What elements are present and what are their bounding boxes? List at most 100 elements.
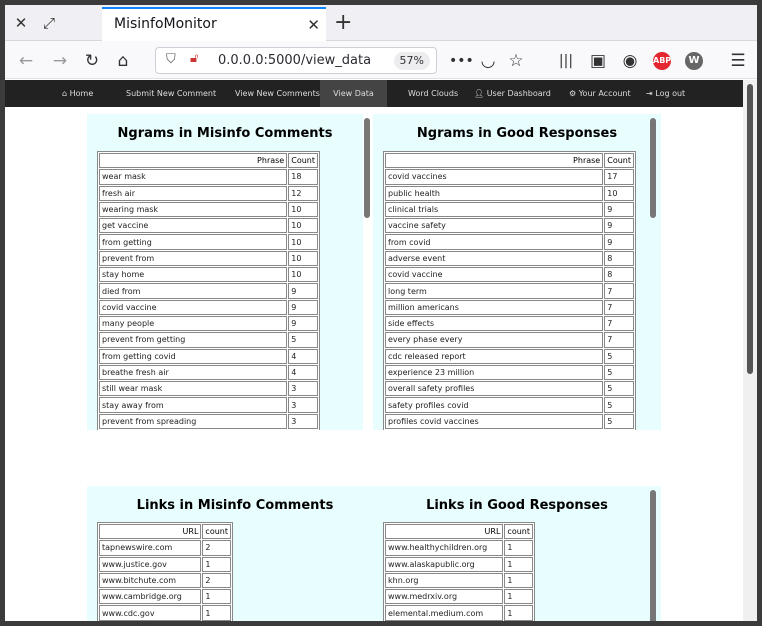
table-row: million americans 7 (385, 299, 634, 315)
sidebar-icon[interactable]: ▣ (587, 50, 609, 72)
cell-label: side effects (385, 315, 604, 332)
cell-label: covid vaccine (99, 299, 288, 315)
cell-count: 4 (288, 364, 318, 381)
cell-label: many people (99, 315, 288, 332)
nav-view-new-comments[interactable]: View New Comments (235, 80, 320, 107)
table-row: khn.org 1 (385, 572, 533, 589)
table-row: prevent from spreading 3 (99, 413, 318, 430)
cell-label: fresh air (99, 185, 288, 201)
cell-label: www.medrxiv.org (385, 589, 504, 605)
app-navbar: ⌂ Home Submit New Comment View New Comme… (5, 80, 743, 107)
adblock-icon[interactable]: ABP (653, 52, 671, 70)
cell-count: 3 (288, 381, 318, 397)
table-row: public health 10 (385, 185, 634, 201)
cell-count: 5 (604, 413, 634, 430)
shield-icon[interactable]: ⛉ (166, 52, 176, 67)
cell-label: www.alaskapublic.org (385, 556, 504, 572)
table-row: www.bitchute.com 2 (99, 572, 231, 589)
cell-label: elemental.medium.com (385, 605, 504, 621)
cell-label: khn.org (385, 572, 504, 589)
cell-count: 8 (604, 267, 634, 283)
cell-label: www.bitchute.com (99, 572, 202, 589)
ngrams-misinfo-title: Ngrams in Misinfo Comments (117, 126, 333, 141)
count-header: Count (604, 153, 634, 169)
tab-title: MisinfoMonitor (114, 16, 217, 32)
table-row: adverse event 8 (385, 250, 634, 267)
close-window-icon[interactable]: ✕ (11, 13, 31, 33)
menu-icon[interactable]: ☰ (727, 50, 749, 72)
table-row: profiles covid vaccines 5 (385, 413, 634, 430)
gear-icon: ⚙ (569, 89, 579, 98)
table-row: vaccine safety 9 (385, 218, 634, 234)
cell-label: covid vaccines (385, 169, 604, 185)
browser-tab[interactable]: MisinfoMonitor ✕ (102, 7, 326, 41)
pocket-icon[interactable]: ◡ (477, 50, 499, 72)
table-row: experience 23 million 5 (385, 364, 634, 381)
cell-label: www.justice.gov (99, 556, 202, 572)
cell-label: tapnewswire.com (99, 540, 202, 556)
table-row: www.justice.gov 1 (99, 556, 231, 572)
cell-label: prevent from spreading (99, 413, 288, 430)
insecure-lock-icon[interactable]: 🔓︎ (190, 51, 198, 66)
nav-log-out[interactable]: ⇥ Log out (646, 80, 685, 107)
restore-window-icon[interactable]: ⤢ (39, 13, 59, 33)
navigation-toolbar: ← → ↻ ⌂ ⛉ 🔓︎ 0.0.0.0:5000/view_data 57% … (5, 41, 757, 79)
nav-submit-new-comment[interactable]: Submit New Comment (126, 80, 216, 107)
table-row: clinical trials 9 (385, 201, 634, 218)
cell-label: adverse event (385, 250, 604, 267)
cell-count: 4 (288, 348, 318, 364)
cell-count: 17 (604, 169, 634, 185)
table-row: died from 9 (99, 283, 318, 299)
cell-count: 10 (288, 201, 318, 218)
table-row: www.cdc.gov 1 (99, 605, 231, 621)
bookmark-star-icon[interactable]: ☆ (505, 50, 527, 72)
forward-icon[interactable]: → (49, 50, 71, 72)
tab-strip: ✕ ⤢ MisinfoMonitor ✕ + (5, 5, 757, 41)
home-icon[interactable]: ⌂ (112, 50, 134, 72)
cell-label: prevent from getting (99, 332, 288, 348)
cell-label: from getting covid (99, 348, 288, 364)
cell-label: profiles covid vaccines (385, 413, 604, 430)
cell-count: 10 (288, 234, 318, 250)
table-row: safety profiles covid 5 (385, 397, 634, 413)
table-row: from getting 10 (99, 234, 318, 250)
nav-home[interactable]: ⌂ Home (62, 80, 93, 107)
home-icon: ⌂ (62, 89, 70, 98)
table-row: wear mask 18 (99, 169, 318, 185)
cell-count: 9 (604, 218, 634, 234)
nav-word-clouds[interactable]: Word Clouds (408, 80, 458, 107)
nav-view-data[interactable]: View Data (320, 80, 387, 107)
zoom-level[interactable]: 57% (393, 52, 430, 70)
extension-w-icon[interactable]: W (685, 52, 703, 70)
reload-icon[interactable]: ↻ (81, 50, 103, 72)
table-row: www.healthychildren.org 1 (385, 540, 533, 556)
nav-user-dashboard[interactable]: 👤︎ User Dashboard (474, 80, 551, 107)
cell-count: 10 (288, 218, 318, 234)
cell-count: 9 (604, 201, 634, 218)
cell-count: 18 (288, 169, 318, 185)
url-text[interactable]: 0.0.0.0:5000/view_data (218, 53, 371, 68)
page-actions-icon[interactable]: ••• (449, 50, 474, 72)
account-icon[interactable]: ◉ (619, 50, 641, 72)
url-bar[interactable]: ⛉ 🔓︎ 0.0.0.0:5000/view_data 57% (155, 47, 437, 74)
cell-label: vaccine safety (385, 218, 604, 234)
cell-label: get vaccine (99, 218, 288, 234)
cell-label: million americans (385, 299, 604, 315)
cell-count: 1 (504, 572, 533, 589)
back-icon[interactable]: ← (15, 50, 37, 72)
table-row: elemental.medium.com 1 (385, 605, 533, 621)
cell-count: 2 (202, 572, 231, 589)
tab-close-icon[interactable]: ✕ (307, 16, 320, 34)
ngrams-misinfo-scrollbar[interactable] (364, 118, 370, 218)
cell-count: 10 (288, 267, 318, 283)
nav-user-dashboard-label: User Dashboard (486, 89, 551, 98)
page-scrollbar[interactable] (743, 80, 757, 621)
library-icon[interactable]: ||| (555, 50, 577, 72)
ngrams-good-table: Phrase Count covid vaccines 17 public healt… (383, 151, 636, 432)
page-scrollbar-thumb[interactable] (747, 84, 753, 374)
nav-your-account[interactable]: ⚙ Your Account (569, 80, 631, 107)
new-tab-icon[interactable]: + (334, 10, 352, 35)
cell-count: 5 (604, 397, 634, 413)
table-row: from covid 9 (385, 234, 634, 250)
cell-label: experience 23 million (385, 364, 604, 381)
